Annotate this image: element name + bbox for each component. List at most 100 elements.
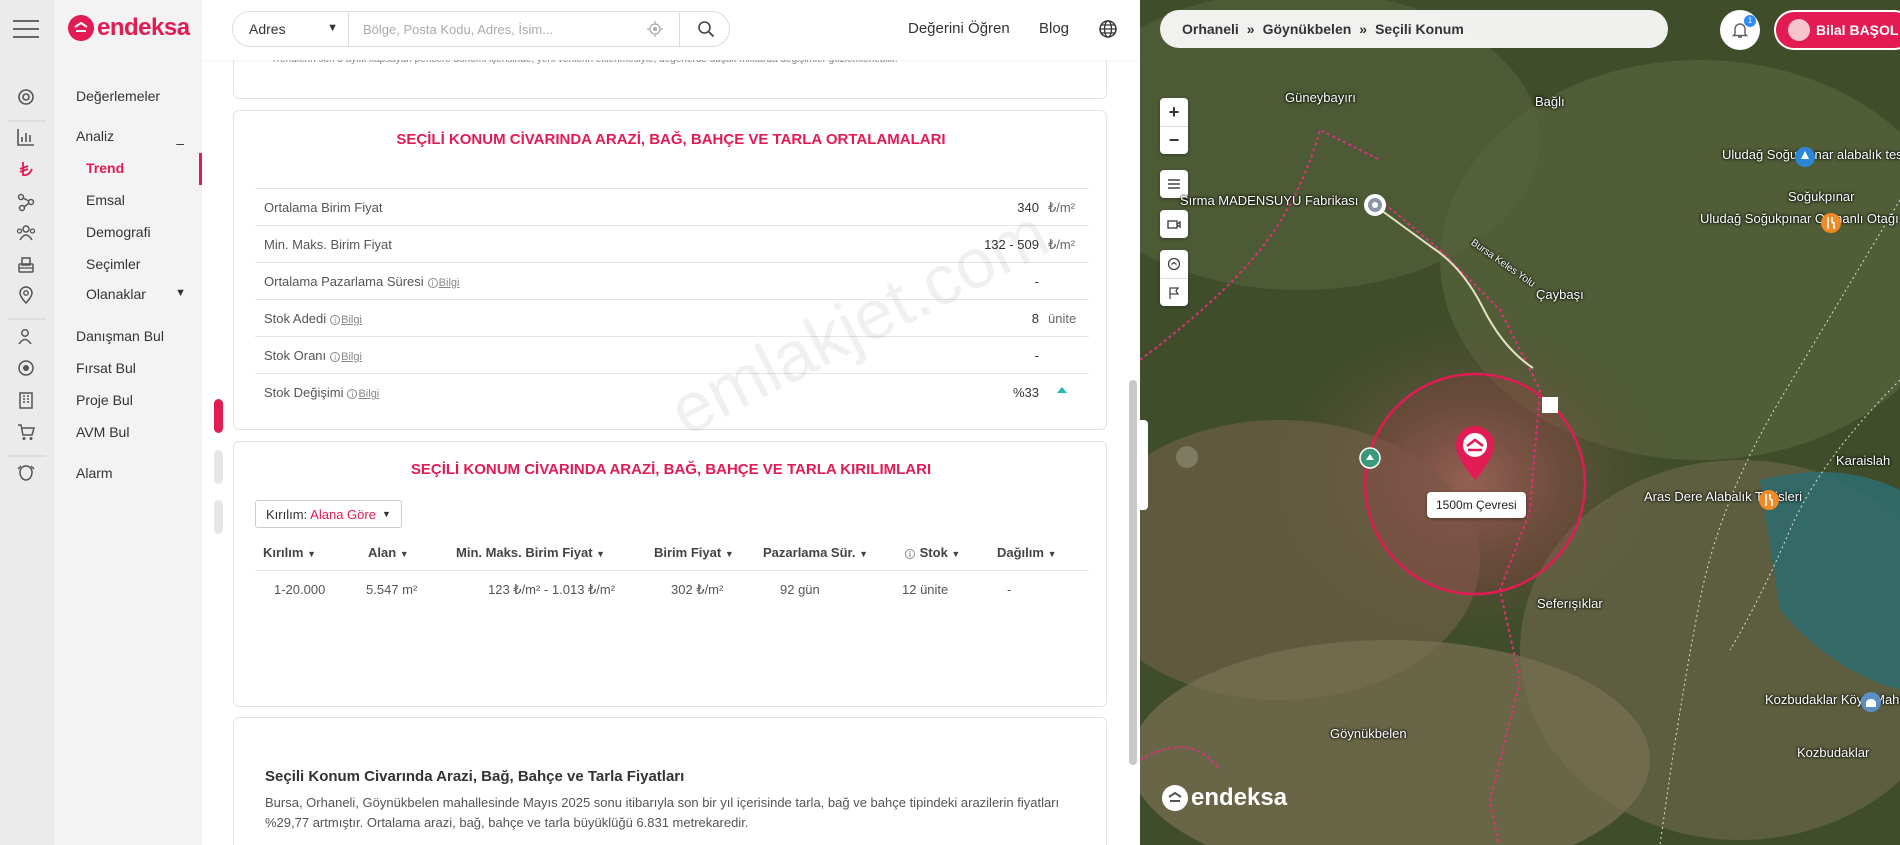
info-link[interactable]: i Bilgi — [347, 388, 379, 400]
sidebar-item-danisman-bul[interactable]: Danışman Bul — [76, 328, 164, 344]
section-indicator[interactable] — [214, 450, 223, 484]
table-row: Ortalama Birim Fiyat 340 ₺/m² — [255, 188, 1089, 225]
breakdown-select[interactable]: Kırılım: Alana Göre ▼ — [255, 500, 402, 528]
section-indicator[interactable] — [214, 500, 223, 534]
people-icon[interactable] — [14, 222, 38, 244]
sidebar-item-olanaklar[interactable]: Olanaklar — [86, 286, 146, 302]
factory-marker-icon[interactable] — [1362, 192, 1388, 218]
row-value: 8 — [1031, 311, 1039, 326]
sidebar-item-emsal[interactable]: Emsal — [86, 192, 125, 208]
cell-dagilim: - — [1007, 582, 1012, 597]
restaurant-marker-icon[interactable] — [1758, 489, 1780, 511]
row-unit: ünite — [1048, 311, 1077, 326]
sidebar-item-secimler[interactable]: Seçimler — [86, 256, 140, 272]
valuation-icon[interactable] — [14, 86, 38, 108]
cart-icon[interactable] — [14, 421, 38, 443]
place-label: Seferışıklar — [1537, 596, 1603, 611]
collapse-toggle[interactable]: – — [176, 135, 184, 151]
sidebar-item-avm-bul[interactable]: AVM Bul — [76, 424, 129, 440]
sidebar-item-analiz[interactable]: Analiz — [76, 128, 114, 144]
row-label: Ortalama Pazarlama Süresi i Bilgi — [264, 274, 459, 289]
cell-pazarlama: 92 gün — [780, 582, 820, 597]
table-row: Stok Oranı i Bilgi - — [255, 336, 1089, 373]
home-pin-button[interactable] — [1160, 250, 1188, 278]
nav-degerini-ogren[interactable]: Değerini Öğren — [908, 20, 1010, 37]
map-view[interactable]: Orhaneli » Göynükbelen » Seçili Konum 1 … — [1140, 0, 1900, 845]
breadcrumb-item[interactable]: Göynükbelen — [1263, 21, 1352, 37]
user-menu[interactable]: Bilal BAŞOL — [1774, 10, 1900, 50]
zoom-in-button[interactable]: + — [1160, 98, 1188, 126]
zoom-out-button[interactable]: − — [1160, 126, 1188, 154]
lira-icon[interactable] — [14, 159, 38, 181]
brand-name: endeksa — [1191, 784, 1288, 811]
search-input[interactable] — [351, 12, 673, 46]
avatar — [1788, 19, 1810, 41]
info-icon: i — [330, 315, 341, 325]
row-label-text: Stok Değişimi — [264, 385, 344, 400]
nodes-icon[interactable] — [14, 191, 38, 213]
ballot-box-icon[interactable] — [14, 254, 38, 276]
row-label: Min. Maks. Birim Fiyat — [264, 237, 392, 252]
row-label-text: Stok Oranı — [264, 348, 327, 363]
hamburger-menu-icon[interactable] — [13, 20, 39, 38]
brand-name: endeksa — [97, 14, 190, 41]
place-label: Güneybayırı — [1285, 90, 1356, 105]
info-marker-icon[interactable] — [1794, 146, 1816, 168]
table-row: Min. Maks. Birim Fiyat 132 - 509 ₺/m² — [255, 225, 1089, 262]
camera-button[interactable] — [1160, 210, 1188, 238]
sidebar-item-demografi[interactable]: Demografi — [86, 224, 151, 240]
amenities-icon[interactable] — [14, 284, 38, 306]
flag-button[interactable] — [1160, 278, 1188, 306]
info-link[interactable]: i Bilgi — [330, 314, 362, 326]
locate-icon[interactable] — [647, 21, 663, 37]
table-row: Ortalama Pazarlama Süresi i Bilgi - — [255, 262, 1089, 299]
col-stok[interactable]: i Stok ▼ — [905, 545, 960, 560]
bar-chart-icon[interactable] — [14, 126, 38, 148]
map-panel-handle[interactable] — [1140, 420, 1148, 510]
breadcrumb-item[interactable]: Orhaneli — [1182, 21, 1239, 37]
col-dagilim[interactable]: Dağılım ▼ — [997, 545, 1057, 560]
top-bar: Adres ▼ Değerini Öğren Blog — [202, 0, 1140, 60]
info-icon: i — [427, 278, 438, 288]
row-label-text: Ortalama Pazarlama Süresi — [264, 274, 424, 289]
cell-min-maks: 123 ₺/m² - 1.013 ₺/m² — [488, 582, 616, 597]
sidebar-item-trend[interactable]: Trend — [86, 160, 124, 176]
col-alan[interactable]: Alan ▼ — [368, 545, 409, 560]
scrollbar-thumb[interactable] — [1129, 380, 1137, 765]
breadcrumb-sep: » — [1246, 21, 1255, 37]
trend-up-icon — [1057, 387, 1067, 393]
col-label: Kırılım — [263, 545, 304, 560]
sidebar-item-proje-bul[interactable]: Proje Bul — [76, 392, 133, 408]
brand-logo[interactable]: endeksa — [68, 14, 190, 42]
location-pin-icon[interactable] — [1454, 424, 1496, 482]
col-min-maks[interactable]: Min. Maks. Birim Fiyat ▼ — [456, 545, 605, 560]
col-pazarlama[interactable]: Pazarlama Sür. ▼ — [763, 545, 868, 560]
search-button[interactable] — [679, 12, 731, 46]
building-icon[interactable] — [14, 389, 38, 411]
col-birim-fiyat[interactable]: Birim Fiyat ▼ — [654, 545, 734, 560]
sidebar-item-degerlemeler[interactable]: Değerlemeler — [76, 88, 160, 104]
info-link[interactable]: i Bilgi — [330, 351, 362, 363]
consultant-icon[interactable] — [14, 326, 38, 348]
alarm-icon[interactable] — [14, 462, 38, 484]
globe-icon[interactable] — [1098, 19, 1118, 39]
breadcrumb-item[interactable]: Seçili Konum — [1375, 21, 1464, 37]
section-indicator-active[interactable] — [214, 399, 223, 433]
restaurant-marker-icon[interactable] — [1820, 212, 1842, 234]
search-icon — [697, 21, 714, 38]
mosque-marker-icon[interactable] — [1860, 691, 1882, 713]
sidebar-item-firsat-bul[interactable]: Fırsat Bul — [76, 360, 136, 376]
park-marker-icon[interactable] — [1358, 446, 1382, 470]
nav-blog[interactable]: Blog — [1039, 20, 1069, 37]
info-icon: i — [330, 352, 341, 362]
radius-handle[interactable] — [1542, 397, 1558, 413]
chevron-down-icon[interactable]: ▼ — [175, 287, 186, 299]
col-kirilim[interactable]: Kırılım ▼ — [263, 545, 316, 560]
col-label: Min. Maks. Birim Fiyat — [456, 545, 593, 560]
search-type-select[interactable]: Adres ▼ — [233, 12, 349, 46]
info-link[interactable]: i Bilgi — [427, 277, 459, 289]
opportunity-icon[interactable] — [14, 357, 38, 379]
sidebar-item-alarm[interactable]: Alarm — [76, 465, 113, 481]
chevron-down-icon: ▼ — [399, 549, 409, 559]
place-label: Karaislah — [1836, 453, 1891, 468]
